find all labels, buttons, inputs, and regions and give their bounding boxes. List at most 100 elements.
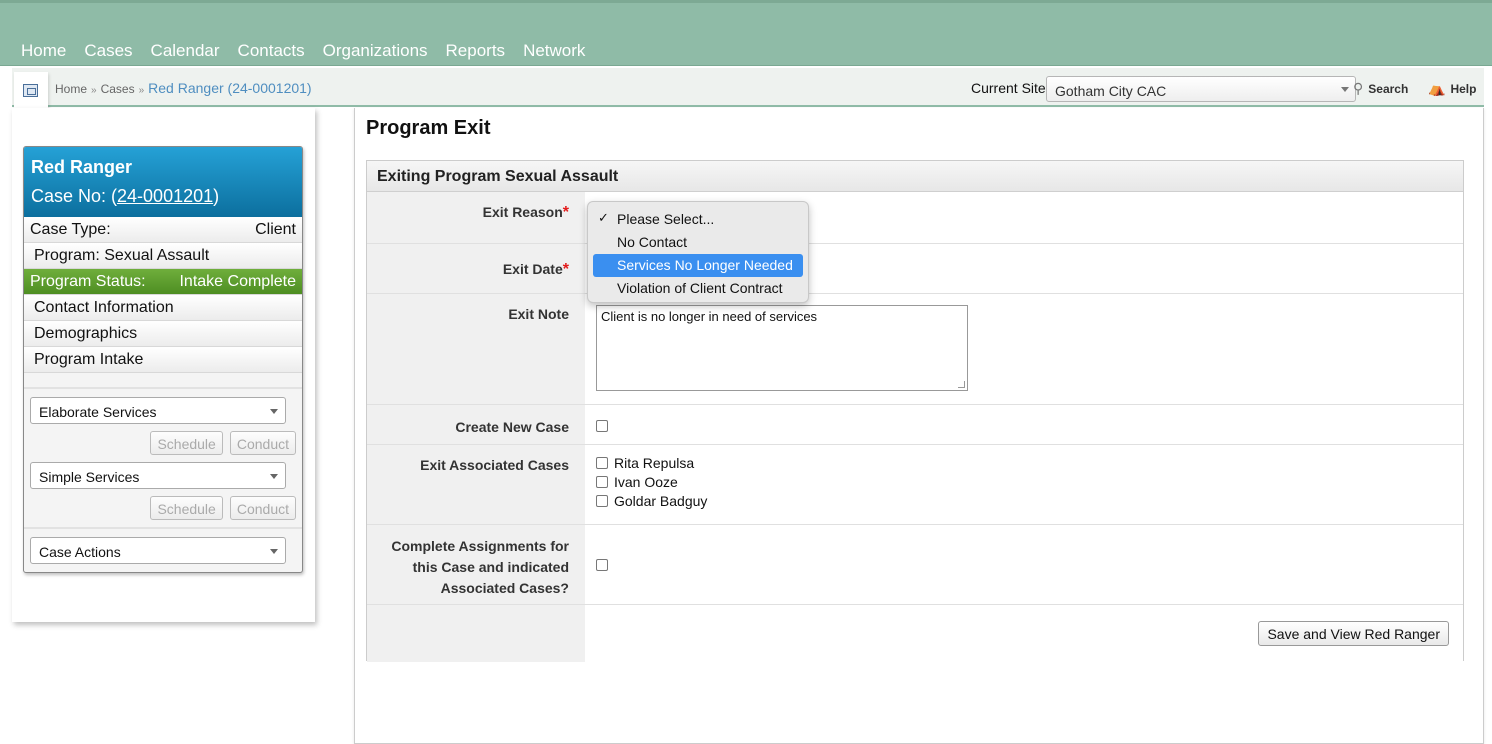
simple-conduct-button[interactable]: Conduct [229,496,296,520]
case-type-row: Case Type: Client [24,217,302,243]
form-actions-spacer [367,605,585,662]
section-title: Exiting Program Sexual Assault [367,161,1463,192]
breadcrumb-separator-icon: » [91,85,97,96]
help-link[interactable]: ⛺ Help [1428,80,1476,97]
complete-assignments-field [585,525,1463,604]
sidebar-toggle-icon [23,84,38,97]
create-new-case-checkbox[interactable] [596,419,608,432]
dropdown-option-services-no-longer-needed[interactable]: Services No Longer Needed [593,254,803,277]
divider [24,387,302,389]
create-new-case-row: Create New Case [367,405,1463,445]
current-site-value: Gotham City CAC [1055,83,1167,99]
sidebar-actions: Elaborate Services Schedule Conduct Simp… [24,373,302,564]
chevron-down-icon [270,549,278,554]
required-icon: * [562,204,569,221]
exit-date-label: Exit Date* [367,244,585,293]
associated-case-name: Goldar Badguy [614,493,708,509]
case-number-suffix: ) [213,186,220,206]
current-site-select[interactable]: Gotham City CAC [1046,76,1356,102]
top-nav-bar: Home Cases Calendar Contacts Organizatio… [0,0,1492,66]
elaborate-schedule-button[interactable]: Schedule [150,431,223,455]
case-type-value: Client [255,220,296,238]
program-status-value: Intake Complete [179,272,296,290]
case-actions-select[interactable]: Case Actions [30,537,286,564]
form-actions-row: Save and View Red Ranger [367,605,1463,662]
create-new-case-field [585,405,1463,444]
program-exit-form: Exiting Program Sexual Assault Exit Reas… [366,160,1464,662]
exit-associated-row: Exit Associated Cases Rita Repulsa Ivan … [367,445,1463,525]
simple-schedule-button[interactable]: Schedule [150,496,223,520]
simple-services-select[interactable]: Simple Services [30,462,286,489]
chevron-down-icon [270,409,278,414]
search-link[interactable]: ⚲ Search [1353,80,1408,97]
simple-services-value: Simple Services [39,469,140,485]
program-label: Program: Sexual Assault [34,246,210,264]
nav-network[interactable]: Network [514,40,594,62]
simple-button-row: Schedule Conduct [30,496,296,520]
exit-note-textarea[interactable]: Client is no longer in need of services [596,305,968,391]
case-header: Red Ranger Case No: (24-0001201) [24,147,302,217]
divider [24,527,302,529]
dropdown-option-label: No Contact [617,234,688,250]
case-number-link[interactable]: 24-0001201 [117,186,213,206]
help-label: Help [1450,81,1477,96]
checkmark-icon: ✓ [598,210,609,225]
exit-note-label: Exit Note [367,294,585,404]
exit-associated-label: Exit Associated Cases [367,445,585,524]
case-name: Red Ranger [31,157,133,177]
nav-calendar[interactable]: Calendar [142,40,229,62]
case-sidebar: Red Ranger Case No: (24-0001201) Case Ty… [12,108,315,622]
save-and-view-button[interactable]: Save and View Red Ranger [1258,621,1449,646]
sidebar-item-demographics[interactable]: Demographics [24,321,302,347]
dropdown-option-violation[interactable]: Violation of Client Contract [593,277,803,300]
sidebar-item-contact-information[interactable]: Contact Information [24,295,302,321]
case-summary-box: Red Ranger Case No: (24-0001201) Case Ty… [23,146,303,573]
elaborate-conduct-button[interactable]: Conduct [229,431,296,455]
associated-case-item: Goldar Badguy [596,492,1452,511]
breadcrumb-current[interactable]: Red Ranger (24-0001201) [148,80,311,96]
search-label: Search [1368,81,1409,96]
breadcrumb: Home» Cases» Red Ranger (24-0001201) [55,80,316,96]
sidebar-item-label: Demographics [34,324,138,342]
complete-assignments-checkbox[interactable] [596,558,608,571]
case-number: Case No: (24-0001201) [31,186,295,207]
case-actions-value: Case Actions [39,544,121,560]
breadcrumb-home[interactable]: Home [55,82,87,96]
exit-note-row: Exit Note Client is no longer in need of… [367,294,1463,405]
nav-home[interactable]: Home [12,40,75,62]
required-icon: * [562,261,569,278]
search-icon: ⚲ [1353,80,1364,96]
nav-contacts[interactable]: Contacts [229,40,314,62]
nav-reports[interactable]: Reports [437,40,515,62]
exit-reason-label-text: Exit Reason [482,204,563,220]
associated-case-checkbox[interactable] [596,476,608,489]
elaborate-services-select[interactable]: Elaborate Services [30,397,286,424]
dropdown-option-label: Please Select... [617,211,715,227]
nav-cases[interactable]: Cases [75,40,141,62]
nav-organizations[interactable]: Organizations [314,40,437,62]
associated-case-name: Rita Repulsa [614,455,695,471]
sidebar-item-program-intake[interactable]: Program Intake [24,347,302,373]
help-icon: ⛺ [1428,80,1446,96]
program-row[interactable]: Program: Sexual Assault [24,243,302,269]
dropdown-option-label: Violation of Client Contract [617,280,783,296]
exit-reason-dropdown: ✓ Please Select... No Contact Services N… [587,201,809,303]
breadcrumb-bar: Home» Cases» Red Ranger (24-0001201) Curre… [12,68,1484,116]
associated-case-checkbox[interactable] [596,457,608,470]
elaborate-button-row: Schedule Conduct [30,431,296,455]
exit-note-value: Client is no longer in need of services [601,309,818,324]
exit-reason-label: Exit Reason* [367,192,585,243]
associated-case-checkbox[interactable] [596,495,608,508]
associated-case-name: Ivan Ooze [614,474,678,490]
resize-handle-icon[interactable] [958,381,965,388]
exit-date-row: Exit Date* [367,244,1463,294]
dropdown-option-no-contact[interactable]: No Contact [593,231,803,254]
program-status-label: Program Status: [30,272,146,290]
current-site-label: Current Site [971,80,1046,96]
dropdown-option-please-select[interactable]: ✓ Please Select... [593,208,803,231]
exit-date-label-text: Exit Date [502,261,563,277]
associated-case-item: Ivan Ooze [596,473,1452,492]
breadcrumb-cases[interactable]: Cases [101,82,135,96]
case-type-label: Case Type: [30,220,111,238]
exit-note-field: Client is no longer in need of services [585,294,1463,404]
